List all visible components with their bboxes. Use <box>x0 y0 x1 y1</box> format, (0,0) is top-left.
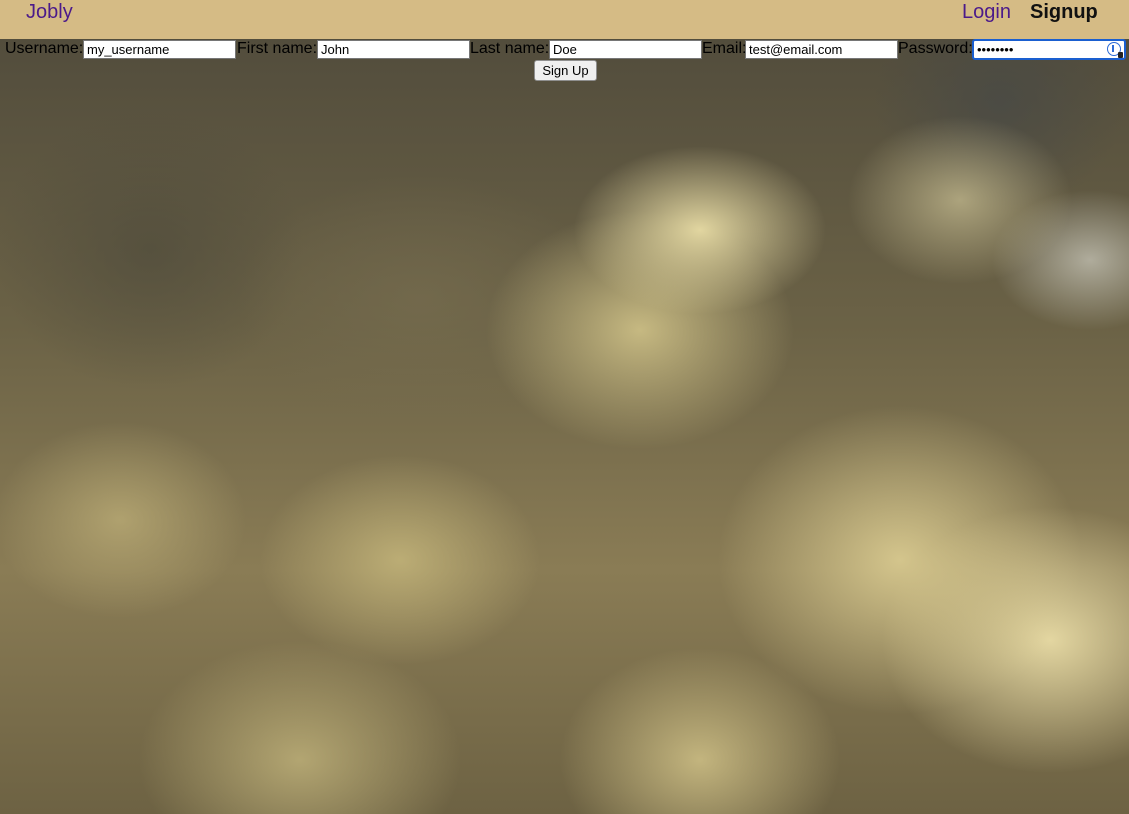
navbar: Jobly Login Signup <box>0 0 1129 39</box>
brand-link[interactable]: Jobly <box>26 0 73 24</box>
last-name-input[interactable] <box>549 40 702 59</box>
username-input[interactable] <box>83 40 236 59</box>
nav-signup-link[interactable]: Signup <box>1030 0 1098 24</box>
first-name-input[interactable] <box>317 40 470 59</box>
first-name-label: First name: <box>237 40 318 57</box>
email-input[interactable] <box>745 40 898 59</box>
nav-login-link[interactable]: Login <box>962 0 1011 24</box>
password-label: Password: <box>898 40 973 57</box>
password-key-icon[interactable] <box>1107 42 1123 58</box>
sign-up-button[interactable]: Sign Up <box>534 60 597 81</box>
cloud-background-image <box>0 0 1129 814</box>
signup-form: Username: First name: Last name: Email: … <box>0 39 1129 61</box>
last-name-label: Last name: <box>470 40 550 57</box>
password-input[interactable] <box>972 39 1126 60</box>
username-label: Username: <box>5 40 84 57</box>
email-label: Email: <box>702 40 747 57</box>
